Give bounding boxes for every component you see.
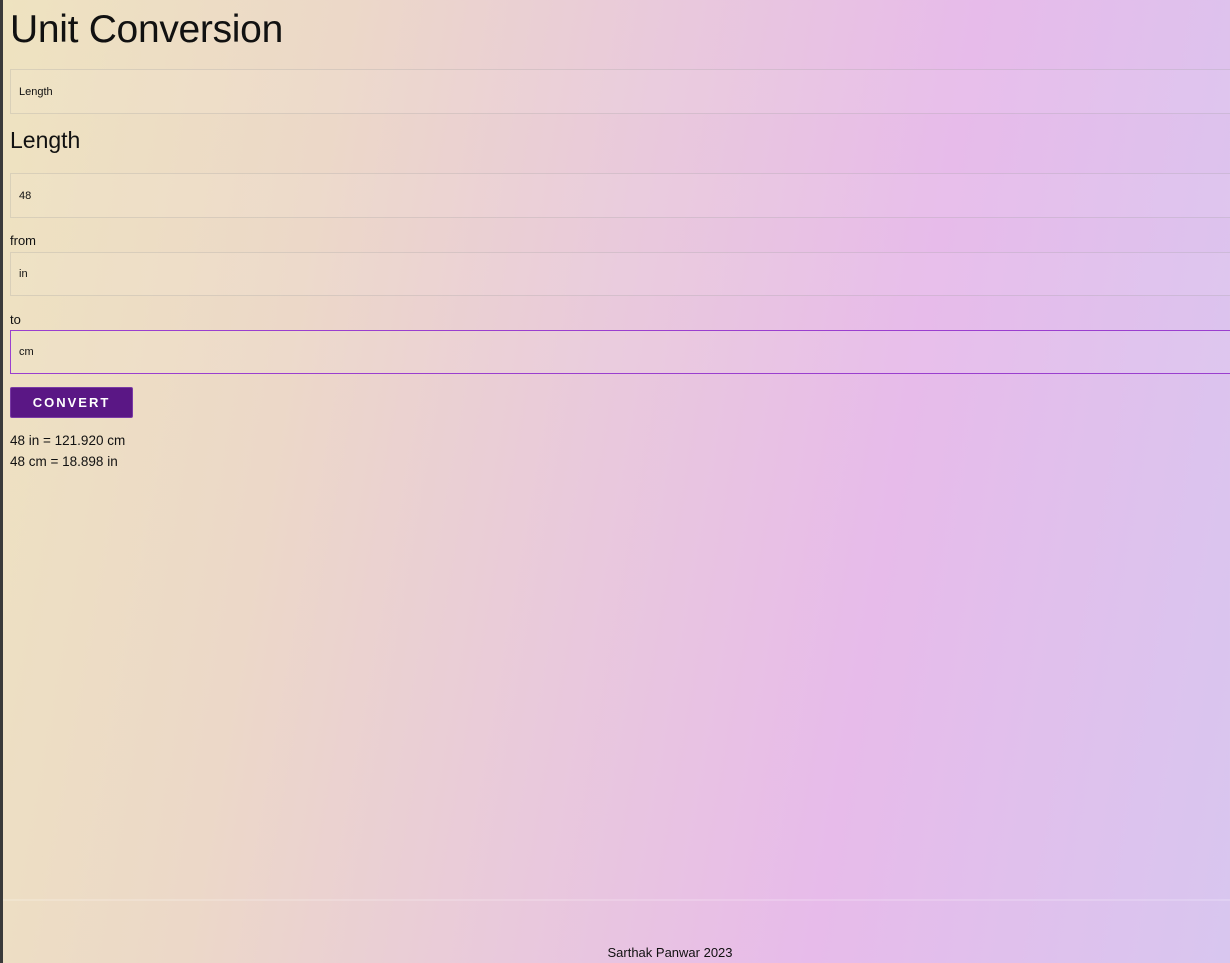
value-input[interactable]: 48 — [10, 173, 1230, 218]
category-select[interactable]: Length — [10, 69, 1230, 114]
result-line: 48 cm = 18.898 in — [10, 454, 118, 469]
footer-credit: Sarthak Panwar 2023 — [607, 945, 733, 960]
page-title: Unit Conversion — [10, 8, 283, 51]
from-unit-select[interactable]: in — [10, 252, 1230, 296]
section-title: Length — [10, 127, 81, 153]
to-unit-value: cm — [19, 346, 34, 358]
from-label: from — [10, 233, 36, 248]
result-line: 48 in = 121.920 cm — [10, 433, 126, 448]
value-input-text: 48 — [19, 189, 32, 202]
to-unit-select[interactable]: cm — [10, 330, 1230, 374]
category-select-value: Length — [19, 85, 53, 98]
window-left-edge — [0, 0, 3, 963]
convert-button[interactable]: CONVERT — [10, 387, 133, 418]
from-unit-value: in — [19, 268, 28, 280]
footer: Sarthak Panwar 2023 — [3, 901, 1230, 963]
to-label: to — [10, 312, 21, 327]
